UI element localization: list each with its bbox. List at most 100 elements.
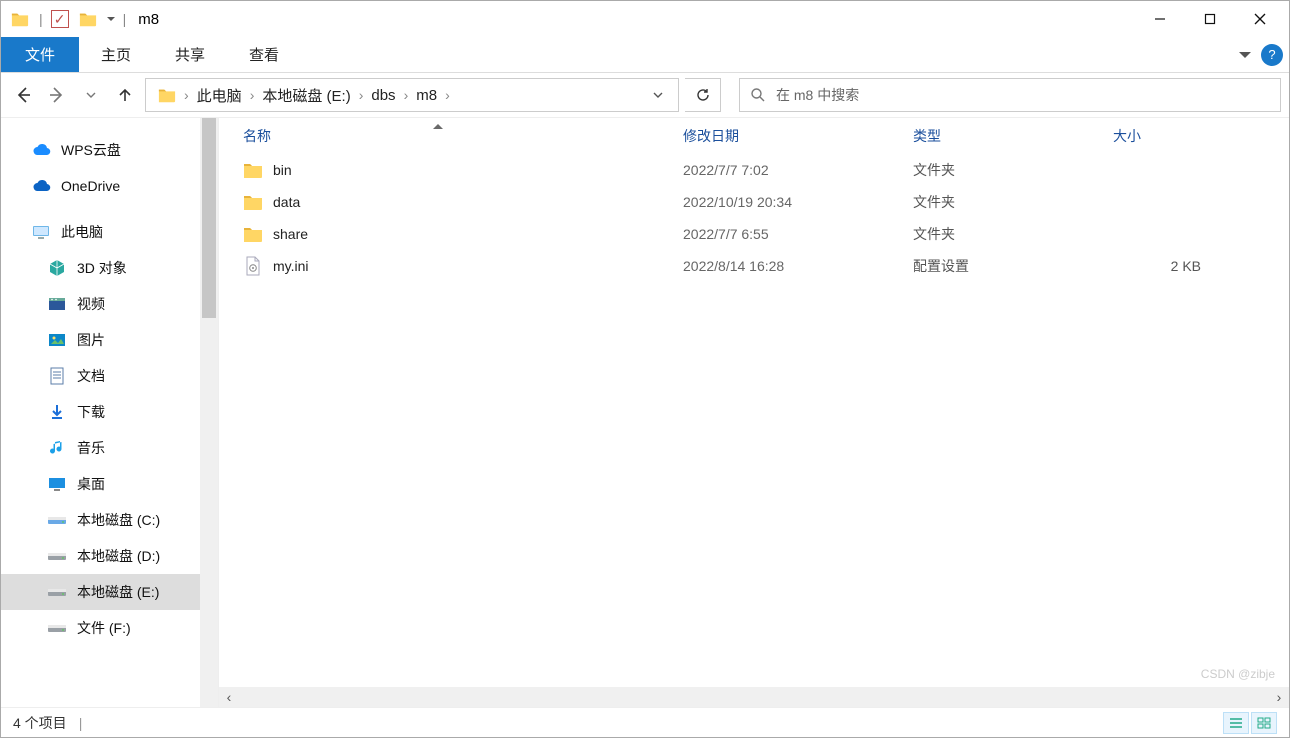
file-type: 文件夹 [913,192,1113,212]
sidebar-item[interactable]: 本地磁盘 (E:) [1,574,218,610]
nav-forward-button[interactable] [43,81,71,109]
body: WPS云盘 OneDrive 此电脑 3D 对象视频图片文档下载音乐桌面本地磁盘 (C… [1,117,1289,707]
horizontal-scrollbar[interactable]: ‹ › [219,687,1289,707]
address-history-dropdown[interactable] [652,89,672,101]
sort-asc-icon [433,124,443,129]
sidebar-item[interactable]: 视频 [1,286,218,322]
crumb-sep[interactable]: › [248,87,257,103]
image-icon [47,331,67,349]
crumb-folder-m8[interactable]: m8 [410,87,443,104]
help-button[interactable]: ? [1261,44,1283,66]
minimize-button[interactable] [1135,2,1185,36]
cloud-icon [31,141,51,159]
file-row[interactable]: my.ini2022/8/14 16:28配置设置2 KB [219,250,1289,282]
sidebar-item[interactable]: WPS云盘 [1,132,218,168]
column-header-size[interactable]: 大小 [1113,126,1213,146]
nav-up-button[interactable] [111,81,139,109]
sidebar-item[interactable]: 文件 (F:) [1,610,218,646]
drive-icon [47,547,67,565]
search-box[interactable]: 在 m8 中搜索 [739,78,1281,112]
sidebar-item-label: 本地磁盘 (D:) [77,546,160,566]
file-name: my.ini [273,258,309,274]
watermark: CSDN @zibje [1201,667,1275,681]
video-icon [47,295,67,313]
crumb-this-pc[interactable]: 此电脑 [191,85,248,106]
ribbon-tab-share[interactable]: 共享 [153,37,227,72]
sidebar-item-label: 本地磁盘 (C:) [77,510,160,530]
sidebar-item-label: OneDrive [61,178,120,194]
status-bar: 4 个项目 | [1,707,1289,737]
separator: | [39,11,43,27]
ribbon-tab-home[interactable]: 主页 [79,37,153,72]
sidebar-item[interactable]: 此电脑 [1,214,218,250]
maximize-button[interactable] [1185,2,1235,36]
file-date: 2022/7/7 6:55 [683,226,913,242]
sidebar-scrollbar[interactable] [200,118,218,707]
sidebar-item-label: 下载 [77,402,105,422]
file-name: data [273,194,300,210]
sidebar-item-label: 文件 (F:) [77,618,131,638]
nav-recent-dropdown[interactable] [77,81,105,109]
app-folder-icon [11,10,29,28]
pc-icon [31,223,51,241]
crumb-folder-dbs[interactable]: dbs [365,87,401,104]
doc-icon [47,367,67,385]
ribbon-file-tab[interactable]: 文件 [1,37,79,72]
window-title: m8 [138,11,159,28]
sidebar-item[interactable]: 音乐 [1,430,218,466]
nav-back-button[interactable] [9,81,37,109]
qat-properties-icon[interactable]: ✓ [51,10,69,28]
column-header-type[interactable]: 类型 [913,126,1113,146]
qat-folder-icon[interactable] [79,10,97,28]
sidebar-item-label: 文档 [77,366,105,386]
sidebar-item[interactable]: 文档 [1,358,218,394]
sidebar-item[interactable]: 本地磁盘 (C:) [1,502,218,538]
file-row[interactable]: bin2022/7/7 7:02文件夹 [219,154,1289,186]
file-row[interactable]: data2022/10/19 20:34文件夹 [219,186,1289,218]
ribbon-collapse-icon[interactable] [1239,52,1251,58]
sidebar-item-label: 3D 对象 [77,258,127,278]
file-type: 文件夹 [913,160,1113,180]
sidebar-item[interactable]: 3D 对象 [1,250,218,286]
file-row[interactable]: share2022/7/7 6:55文件夹 [219,218,1289,250]
sidebar-item[interactable]: 下载 [1,394,218,430]
crumb-sep[interactable]: › [402,87,411,103]
close-button[interactable] [1235,2,1285,36]
refresh-button[interactable] [685,78,721,112]
ribbon-tab-view[interactable]: 查看 [227,37,301,72]
crumb-sep[interactable]: › [182,87,191,103]
drive-icon [47,511,67,529]
sidebar-item[interactable]: 图片 [1,322,218,358]
sidebar-item[interactable]: 本地磁盘 (D:) [1,538,218,574]
crumb-drive[interactable]: 本地磁盘 (E:) [256,85,356,106]
qat-more-icon[interactable] [107,17,115,21]
status-item-count: 4 个项目 [13,713,67,733]
scroll-right-icon[interactable]: › [1269,687,1289,707]
cloud-icon [31,177,51,195]
sidebar-item-label: 图片 [77,330,105,350]
music-icon [47,439,67,457]
address-folder-icon [158,86,176,104]
cube-icon [47,259,67,277]
status-separator: | [79,715,83,731]
sidebar-item-label: 音乐 [77,438,105,458]
search-placeholder: 在 m8 中搜索 [776,85,859,105]
sidebar-item[interactable]: 桌面 [1,466,218,502]
crumb-sep[interactable]: › [357,87,366,103]
column-header-name[interactable]: 名称 [243,126,683,146]
file-name: bin [273,162,292,178]
download-icon [47,403,67,421]
view-details-button[interactable] [1223,712,1249,734]
file-size: 2 KB [1113,258,1213,274]
scroll-left-icon[interactable]: ‹ [219,687,239,707]
crumb-sep[interactable]: › [443,87,452,103]
address-bar[interactable]: › 此电脑 › 本地磁盘 (E:) › dbs › m8 › [145,78,679,112]
nav-pane: WPS云盘 OneDrive 此电脑 3D 对象视频图片文档下载音乐桌面本地磁盘 (C… [1,118,219,707]
ribbon: 文件 主页 共享 查看 ? [1,37,1289,73]
title-bar: | ✓ | m8 [1,1,1289,37]
view-thumbnails-button[interactable] [1251,712,1277,734]
sidebar-item-label: 此电脑 [61,222,103,242]
sidebar-item[interactable]: OneDrive [1,168,218,204]
column-header-date[interactable]: 修改日期 [683,126,913,146]
ini-icon [243,257,263,275]
